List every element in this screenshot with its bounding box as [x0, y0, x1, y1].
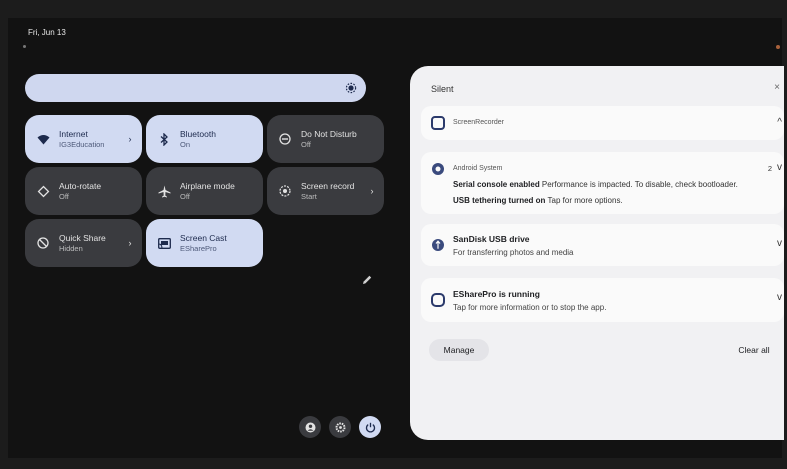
tile-bluetooth[interactable]: Bluetooth On: [146, 115, 263, 163]
close-icon[interactable]: ×: [774, 82, 780, 93]
tile-quick-share[interactable]: Quick Share Hidden ›: [25, 219, 142, 267]
power-icon: [365, 422, 375, 432]
esharepro-icon: [431, 293, 445, 307]
notification-app-name: ScreenRecorder: [453, 119, 504, 126]
notification-line-bold: USB tethering turned on: [453, 196, 546, 205]
chevron-right-icon: ›: [370, 186, 374, 196]
tile-subtitle: Hidden: [59, 243, 83, 253]
airplane-icon: [156, 183, 172, 199]
notification-title: SanDisk USB drive: [453, 234, 530, 244]
record-icon: [277, 183, 293, 199]
tile-screen-cast[interactable]: Screen Cast ESharePro: [146, 219, 263, 267]
camera-indicator-icon: [776, 45, 780, 49]
screen-recorder-icon: [431, 116, 445, 130]
notification-panel: Silent × ScreenRecorder ^ Android System…: [410, 66, 784, 440]
cast-icon: [156, 235, 172, 251]
section-title-silent: Silent: [431, 84, 454, 94]
notification-body: Tap for more information or to stop the …: [453, 303, 607, 312]
user-button[interactable]: [299, 416, 321, 438]
status-date: Fri, Jun 13: [28, 28, 66, 37]
notification-app-name: Android System: [453, 165, 503, 172]
chevron-down-icon[interactable]: v: [777, 238, 782, 249]
notification-title: ESharePro is running: [453, 289, 540, 299]
tile-title: Screen Cast: [180, 232, 227, 243]
tile-internet[interactable]: Internet IG3Education ›: [25, 115, 142, 163]
tile-title: Bluetooth: [180, 128, 216, 139]
settings-button[interactable]: [329, 416, 351, 438]
tile-subtitle: Off: [180, 191, 190, 201]
notification-line-1: Serial console enabled Performance is im…: [453, 180, 738, 189]
tile-auto-rotate[interactable]: Auto-rotate Off: [25, 167, 142, 215]
rotate-icon: [35, 183, 51, 199]
tile-subtitle: ESharePro: [180, 243, 217, 253]
usb-drive-icon: [432, 239, 444, 251]
tile-title: Quick Share: [59, 232, 106, 243]
tile-subtitle: Off: [59, 191, 69, 201]
tile-screen-record[interactable]: Screen record Start ›: [267, 167, 384, 215]
tile-subtitle: Off: [301, 139, 311, 149]
status-dot-icon: [23, 45, 26, 48]
notification-screenrecorder[interactable]: ScreenRecorder ^: [421, 106, 784, 140]
tile-subtitle: On: [180, 139, 191, 149]
bluetooth-icon: [156, 131, 172, 147]
quick-share-icon: [35, 235, 51, 251]
chevron-down-icon[interactable]: v: [777, 292, 782, 303]
notification-android-system[interactable]: Android System 2 v Serial console enable…: [421, 152, 784, 214]
notification-sandisk-usb[interactable]: SanDisk USB drive For transferring photo…: [421, 224, 784, 266]
tile-airplane-mode[interactable]: Airplane mode Off: [146, 167, 263, 215]
edit-pencil-icon[interactable]: [361, 274, 373, 286]
notification-line-2: USB tethering turned on Tap for more opt…: [453, 196, 623, 205]
user-icon: [305, 422, 315, 432]
notification-esharepro[interactable]: ESharePro is running Tap for more inform…: [421, 278, 784, 322]
power-button[interactable]: [359, 416, 381, 438]
notification-count: 2: [767, 164, 772, 173]
chevron-down-icon[interactable]: v: [777, 162, 782, 173]
chevron-right-icon: ›: [128, 238, 132, 248]
manage-button[interactable]: Manage: [429, 339, 489, 361]
tile-do-not-disturb[interactable]: Do Not Disturb Off: [267, 115, 384, 163]
brightness-icon: [345, 82, 357, 94]
gear-icon: [335, 422, 345, 432]
clear-all-button[interactable]: Clear all: [726, 339, 782, 361]
notification-line-bold: Serial console enabled: [453, 180, 540, 189]
chevron-up-icon[interactable]: ^: [777, 117, 782, 128]
tile-title: Internet: [59, 128, 88, 139]
notification-line-text: Performance is impacted. To disable, che…: [539, 180, 738, 189]
tile-title: Screen record: [301, 180, 355, 191]
tile-subtitle: Start: [301, 191, 317, 201]
dnd-icon: [277, 131, 293, 147]
notification-body: For transferring photos and media: [453, 248, 574, 257]
notification-line-text: Tap for more options.: [545, 196, 623, 205]
android-system-icon: [432, 163, 444, 175]
tile-title: Do Not Disturb: [301, 128, 357, 139]
brightness-slider[interactable]: [25, 74, 366, 102]
wifi-icon: [35, 131, 51, 147]
tile-title: Auto-rotate: [59, 180, 102, 191]
tile-subtitle: IG3Education: [59, 139, 105, 149]
tile-title: Airplane mode: [180, 180, 235, 191]
chevron-right-icon: ›: [128, 134, 132, 144]
